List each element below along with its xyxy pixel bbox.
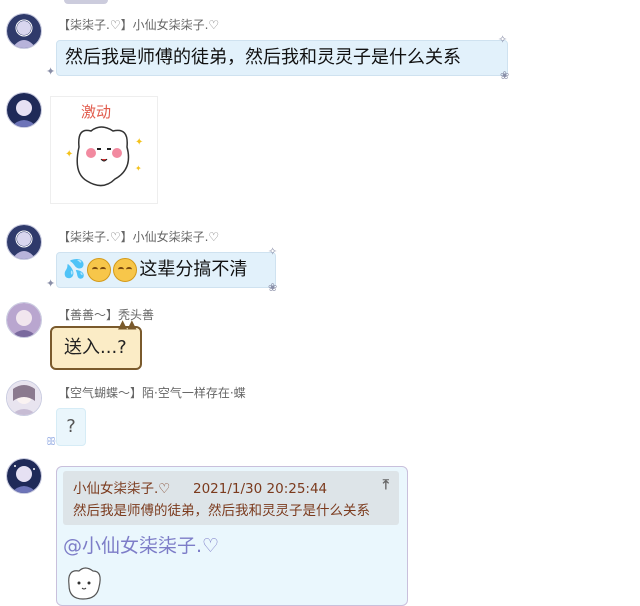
message-text: 这辈分搞不清 — [139, 259, 248, 280]
sparkle-icon: ❀ — [500, 69, 510, 82]
message-text: ? — [66, 416, 76, 437]
svg-text:✦: ✦ — [65, 149, 73, 160]
cat-ears-icon: ▲▲ — [118, 317, 137, 331]
quote-text: 然后我是师傅的徒弟，然后我和灵灵子是什么关系 — [73, 503, 370, 519]
sender-name: 【柒柒子.♡】小仙女柒柒子.♡ — [58, 230, 220, 244]
avatar[interactable] — [6, 92, 42, 128]
quote-author: 小仙女柒柒子.♡ — [73, 481, 171, 497]
sticker-image[interactable]: 激动 ✦ ✦ ✦ — [50, 96, 158, 204]
sparkle-icon: ✧ — [268, 245, 278, 258]
message-bubble[interactable]: ? — [56, 408, 86, 446]
quote-header: 小仙女柒柒子.♡ 2021/1/30 20:25:44 — [73, 477, 327, 497]
message-bubble[interactable]: 然后我是师傅的徒弟，然后我和灵灵子是什么关系 — [56, 40, 508, 76]
sparkle-icon: ✦ — [46, 65, 56, 78]
cat-sticker[interactable] — [63, 563, 105, 601]
sparkle-icon: ✧ — [498, 33, 508, 46]
quote-time: 2021/1/30 20:25:44 — [193, 481, 328, 497]
butterfly-icon: ꕥ — [46, 435, 57, 448]
message-text: 送入...? — [64, 337, 127, 358]
avatar[interactable] — [6, 224, 42, 260]
sweat-drops-icon: 💦 — [63, 259, 86, 280]
sender-name: 【善善～】秃头善 — [58, 308, 155, 322]
mention-link[interactable]: @小仙女柒柒子.♡ — [63, 531, 219, 558]
pin-top-icon[interactable]: ⤒ — [383, 477, 389, 493]
svg-text:✦: ✦ — [135, 164, 142, 173]
sparkle-icon: ❀ — [268, 281, 278, 294]
sender-name: 【柒柒子.♡】小仙女柒柒子.♡ — [58, 18, 220, 32]
avatar[interactable] — [6, 302, 42, 338]
message-text: 然后我是师傅的徒弟，然后我和灵灵子是什么关系 — [65, 47, 461, 68]
sender-name: 【空气蝴蝶～】陌·空气一样存在·蝶 — [58, 386, 246, 400]
message-bubble[interactable]: 💦 这辈分搞不清 — [56, 252, 276, 288]
quoted-message[interactable]: 小仙女柒柒子.♡ 2021/1/30 20:25:44 然后我是师傅的徒弟，然后… — [63, 471, 399, 525]
previous-message-fragment — [64, 0, 108, 4]
avatar[interactable] — [6, 380, 42, 416]
message-bubble[interactable]: 送入...? — [50, 326, 142, 370]
svg-text:✦: ✦ — [135, 137, 143, 148]
avatar[interactable] — [6, 458, 42, 494]
sparkle-icon: ✦ — [46, 277, 56, 290]
reply-message-bubble[interactable]: 小仙女柒柒子.♡ 2021/1/30 20:25:44 然后我是师傅的徒弟，然后… — [56, 466, 408, 606]
grin-emoji — [87, 258, 112, 282]
grin-emoji — [113, 258, 138, 282]
avatar[interactable] — [6, 13, 42, 49]
